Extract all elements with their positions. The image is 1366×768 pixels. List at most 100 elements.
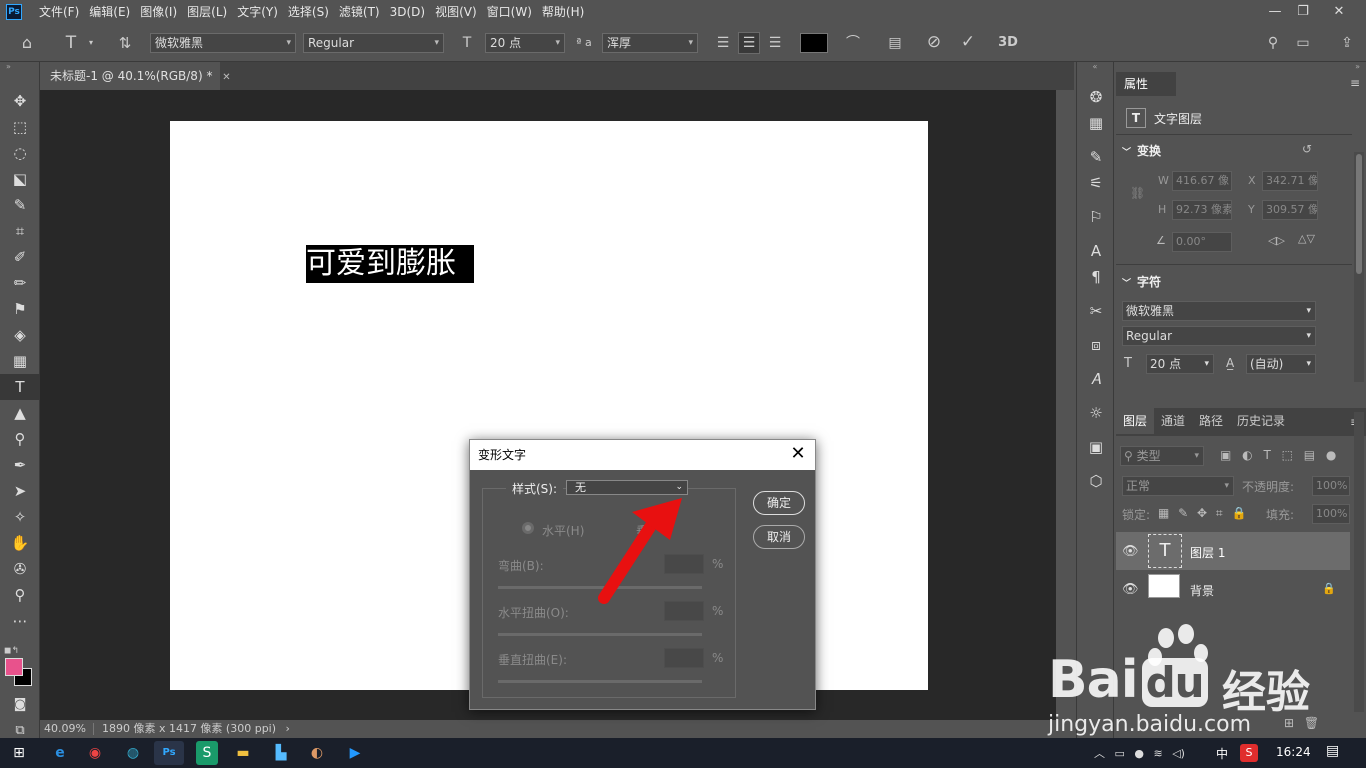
flip-horizontal-icon[interactable]: ◁▷	[1268, 234, 1285, 247]
fill-field[interactable]: 100%	[1312, 504, 1350, 524]
sogou-ime-icon[interactable]: S	[1240, 744, 1258, 762]
object-select-tool-icon[interactable]: ⬕	[0, 166, 40, 192]
char-font-size-dropdown[interactable]: 20 点 ▾	[1146, 354, 1214, 374]
tab-paths[interactable]: 路径	[1192, 408, 1230, 434]
qq-browser-icon[interactable]: ◍	[118, 741, 148, 765]
ok-button[interactable]: 确定	[753, 491, 805, 515]
zoom-tool-icon[interactable]: ⚲	[0, 582, 40, 608]
close-window-button[interactable]: ✕	[1322, 0, 1356, 22]
close-icon[interactable]: ✕	[787, 440, 809, 470]
text-layer-content[interactable]: 可爱到膨胀	[306, 245, 474, 283]
paragraph-panel-icon[interactable]: ¶	[1077, 264, 1115, 290]
menu-type[interactable]: 文字(Y)	[232, 0, 283, 24]
char-font-style-dropdown[interactable]: Regular ▾	[1122, 326, 1316, 346]
glyphs-panel-icon[interactable]: 𝐴	[1077, 366, 1115, 392]
properties-scrollbar[interactable]	[1354, 152, 1364, 382]
character-panel-icon[interactable]: ▤	[884, 33, 906, 53]
menu-view[interactable]: 视图(V)	[430, 0, 482, 24]
tab-history[interactable]: 历史记录	[1230, 408, 1292, 434]
font-family-dropdown[interactable]: 微软雅黑 ▾	[150, 33, 296, 53]
link-icon[interactable]: ⛓	[1130, 186, 1145, 200]
app-icon[interactable]: ▙	[266, 741, 296, 765]
char-leading-dropdown[interactable]: (自动) ▾	[1246, 354, 1316, 374]
rotate-view-tool-icon[interactable]: ✇	[0, 556, 40, 582]
workspace-icon[interactable]: ▭	[1292, 33, 1314, 53]
commit-edit-icon[interactable]: ✓	[956, 32, 980, 52]
share-icon[interactable]: ⇪	[1336, 33, 1358, 53]
menu-image[interactable]: 图像(I)	[135, 0, 182, 24]
path-select-tool-icon[interactable]: ➤	[0, 478, 40, 504]
collapse-toolbox-icon[interactable]: »	[0, 62, 39, 88]
reset-transform-icon[interactable]: ↺	[1302, 142, 1312, 156]
warp-text-icon[interactable]: ⌒	[842, 33, 864, 53]
close-tab-icon[interactable]: ✕	[222, 72, 230, 83]
clone-stamp-tool-icon[interactable]: ⚑	[0, 296, 40, 322]
type-tool-icon[interactable]: T	[60, 33, 82, 53]
photoshop-taskbar-icon[interactable]: Ps	[154, 741, 184, 765]
lasso-tool-icon[interactable]: ◌	[0, 140, 40, 166]
file-explorer-icon[interactable]: ▬	[228, 741, 258, 765]
clock[interactable]: 16:24	[1276, 745, 1311, 759]
visibility-eye-icon[interactable]: 👁	[1122, 582, 1139, 597]
brush-tool-icon[interactable]: ✏	[0, 270, 40, 296]
y-field[interactable]: 309.57 像	[1262, 200, 1318, 220]
char-font-family-dropdown[interactable]: 微软雅黑 ▾	[1122, 301, 1316, 321]
font-size-dropdown[interactable]: 20 点 ▾	[485, 33, 565, 53]
learn-panel-icon[interactable]: ☼	[1077, 400, 1115, 426]
dodge-tool-icon[interactable]: ⚲	[0, 426, 40, 452]
menu-file[interactable]: 文件(F)	[34, 0, 84, 24]
toggle-orientation-icon[interactable]: ⇅	[114, 33, 136, 53]
lock-icons[interactable]: ▦ ✎ ✥ ⌗ 🔒	[1158, 506, 1246, 521]
x-field[interactable]: 342.71 像	[1262, 171, 1318, 191]
libraries-panel-icon[interactable]: ▣	[1077, 434, 1115, 460]
collapse-dock-icon[interactable]: «	[1077, 62, 1113, 84]
font-style-dropdown[interactable]: Regular ▾	[303, 33, 444, 53]
collapse-panels-icon[interactable]: »	[1116, 62, 1366, 72]
default-colors-icon[interactable]: ◼↰	[4, 646, 19, 656]
layer-filter-dropdown[interactable]: ⚲ 类型 ▾	[1120, 446, 1204, 466]
hand-tool-icon[interactable]: ✋	[0, 530, 40, 556]
menu-layer[interactable]: 图层(L)	[182, 0, 232, 24]
color-panel-icon[interactable]: ❂	[1077, 84, 1115, 110]
menu-select[interactable]: 选择(S)	[283, 0, 334, 24]
character-section-title[interactable]: ﹀ 字符	[1122, 273, 1161, 290]
tab-layers[interactable]: 图层	[1116, 408, 1155, 434]
eraser-tool-icon[interactable]: ◈	[0, 322, 40, 348]
brush-settings-icon[interactable]: ✎	[1077, 144, 1115, 170]
type-tool-icon[interactable]: T	[0, 374, 40, 400]
transform-section-title[interactable]: ﹀ 变换	[1122, 142, 1161, 159]
opacity-field[interactable]: 100%	[1312, 476, 1350, 496]
blur-tool-icon[interactable]: ▲	[0, 400, 40, 426]
spreadsheet-icon[interactable]: S	[196, 741, 218, 765]
tray-icons[interactable]: ︿ ▭ ● ≋ ◁)	[1094, 745, 1185, 761]
layer-name[interactable]: 图层 1	[1190, 544, 1225, 561]
horizontal-radio[interactable]	[522, 522, 534, 534]
media-player-icon[interactable]: ▶	[340, 741, 370, 765]
character-panel-icon[interactable]: A	[1077, 238, 1115, 264]
menu-window[interactable]: 窗口(W)	[482, 0, 537, 24]
home-icon[interactable]: ⌂	[16, 33, 38, 53]
tab-properties[interactable]: 属性	[1116, 72, 1176, 96]
vertical-distort-input[interactable]	[664, 648, 704, 668]
quick-mask-icon[interactable]: ◙	[0, 692, 40, 718]
pen-tool-icon[interactable]: ✒	[0, 452, 40, 478]
panel-menu-icon[interactable]: ≡	[1350, 76, 1360, 90]
game-icon[interactable]: ◐	[302, 741, 332, 765]
visibility-eye-icon[interactable]: 👁	[1122, 544, 1139, 559]
align-right-icon[interactable]: ☰	[764, 33, 786, 53]
move-tool-icon[interactable]: ✥	[0, 88, 40, 114]
antialias-dropdown[interactable]: 浑厚 ▾	[602, 33, 698, 53]
tab-channels[interactable]: 通道	[1154, 408, 1192, 434]
text-color-swatch[interactable]	[800, 33, 828, 53]
layer-row-text[interactable]: 👁 T 图层 1	[1116, 532, 1350, 570]
align-left-icon[interactable]: ☰	[712, 33, 734, 53]
angle-field[interactable]: 0.00°	[1172, 232, 1232, 252]
zoom-level[interactable]: 40.09%	[44, 722, 86, 735]
clone-source-icon[interactable]: ⚐	[1077, 204, 1115, 230]
cancel-button[interactable]: 取消	[753, 525, 805, 549]
more-tools-icon[interactable]: ⋯	[0, 608, 40, 634]
gradient-tool-icon[interactable]: ▦	[0, 348, 40, 374]
blend-mode-dropdown[interactable]: 正常 ▾	[1122, 476, 1234, 496]
scrollbar-thumb[interactable]	[1356, 154, 1362, 274]
foreground-color-swatch[interactable]	[5, 658, 23, 676]
